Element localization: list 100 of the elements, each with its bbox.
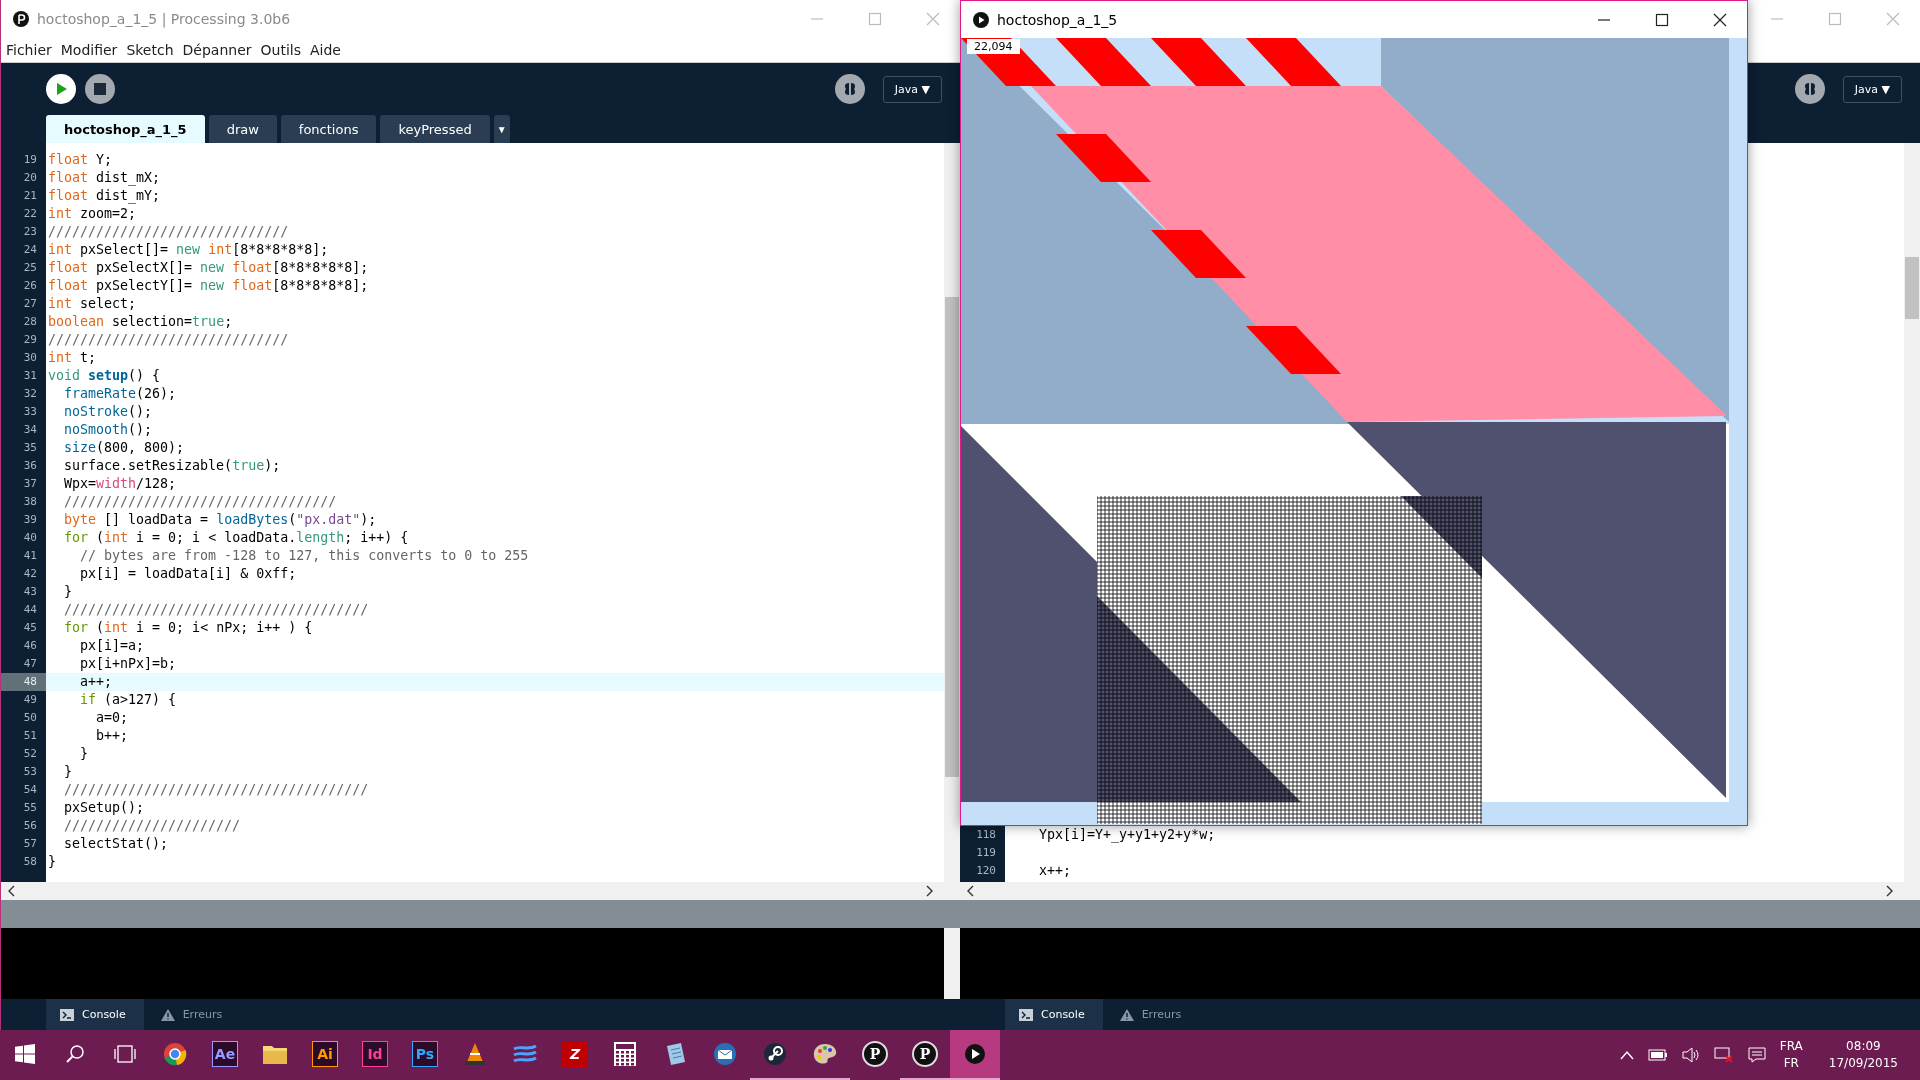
code-text: ////////////////////////////////////// [63,781,369,799]
menu-item[interactable]: Sketch [126,41,174,58]
code-text: a++; [79,673,113,691]
clock[interactable]: 08:09 17/09/2015 [1828,1038,1898,1072]
taskbar-app-button[interactable]: Id [350,1030,400,1080]
code-text: selectStat(); [63,835,169,853]
menu-item[interactable]: Fichier [6,41,52,58]
code-text: } [63,583,73,601]
console-tab[interactable]: Erreurs [1105,999,1200,1030]
code-text: a=0; [95,709,129,727]
code-editor[interactable] [1,143,960,882]
taskbar-app-button[interactable]: Ai [300,1030,350,1080]
battery-icon[interactable] [1647,1049,1668,1061]
line-number: 48 [1,673,46,691]
palette-icon [812,1042,838,1066]
code-text: int select; [47,295,137,313]
menu-item[interactable]: Outils [260,41,301,58]
console-tab[interactable]: Erreurs [146,999,241,1030]
sketch-tab[interactable]: hoctoshop_a_1_5 [46,115,205,143]
code-text: float pxSelectY[]= new float[8*8*8*8*8]; [47,277,369,295]
chevron-right-icon[interactable] [1886,885,1894,897]
code-text: } [79,745,89,763]
stop-icon [94,83,106,95]
chevron-left-icon[interactable] [966,885,974,897]
sketch-tab[interactable]: keyPressed [380,115,490,143]
windows-logo-icon [15,1044,35,1064]
menu-item[interactable]: Modifier [60,41,118,58]
app-badge-icon: Ae [212,1041,238,1067]
mode-dropdown[interactable]: Java ▼ [882,75,942,103]
warning-icon [160,1008,175,1021]
code-text: for (int i = 0; i< nPx; i++ ) { [63,619,313,637]
code-text: surface.setResizable(true); [63,457,281,475]
mode-dropdown[interactable]: Java ▼ [1842,75,1902,103]
app-badge-icon: Ai [312,1041,338,1067]
stop-button[interactable] [85,74,115,104]
run-button[interactable] [46,74,76,104]
search-icon [65,1044,85,1064]
calculator-icon [614,1042,636,1066]
vertical-scrollbar[interactable] [1904,143,1920,882]
code-text: float pxSelectX[]= new float[8*8*8*8*8]; [47,259,369,277]
waves-icon [512,1043,538,1065]
console-tab[interactable]: Console [1005,999,1103,1030]
code-text: } [47,853,56,871]
code-text: ////////////////////// [63,817,241,835]
warning-icon [1119,1008,1134,1021]
code-text: Ypx[i]=Y+_y+y1+y2+y*w; [1038,826,1216,844]
menu-item[interactable]: Aide [310,41,341,58]
sketch-tab[interactable]: fonctions [280,115,377,143]
code-text: byte [] loadData = loadBytes("px.dat"); [63,511,377,529]
taskbar-app-button[interactable]: P [850,1030,900,1080]
chevron-up-icon[interactable] [1619,1050,1634,1060]
window-title: hoctoshop_a_1_5 [997,11,1119,28]
notification-icon[interactable] [1747,1047,1766,1063]
taskbar-app-button[interactable] [950,1030,1000,1080]
code-text: float Y; [47,151,113,169]
code-text: void setup() { [47,367,161,385]
code-text: int zoom=2; [47,205,137,223]
close-icon[interactable] [1713,12,1727,27]
folder-icon [263,1044,287,1064]
chevron-left-icon[interactable] [7,885,15,897]
play-icon [54,82,68,96]
code-text: int t; [47,349,97,367]
debugger-icon[interactable] [1794,74,1825,104]
maximize-icon[interactable] [1655,12,1669,27]
code-text: px[i+nPx]=b; [79,655,177,673]
console-tab[interactable]: Console [46,999,144,1030]
taskbar-app-button[interactable]: Ps [400,1030,450,1080]
code-text: for (int i = 0; i < loadData.length; i++) { [63,529,409,547]
browser-icon [163,1042,187,1066]
horizontal-scrollbar[interactable] [1,882,960,900]
code-text: float dist_mX; [47,169,161,187]
window-title: hoctoshop_a_1_5 | Processing 3.0b6 [37,10,292,27]
chevron-right-icon[interactable] [926,885,934,897]
app-badge-icon: Id [362,1041,388,1067]
taskbar-app-button[interactable]: Z [550,1030,600,1080]
code-text: Wpx=width/128; [63,475,177,493]
code-text: ////////////////////////////////////// [63,601,369,619]
play-icon [964,1043,986,1065]
mail-icon [712,1042,738,1066]
sketch-tab[interactable]: draw [208,115,277,143]
tab-menu-button[interactable]: ▼ [493,115,510,143]
taskbar-app-button[interactable]: Ae [200,1030,250,1080]
console-icon [1019,1008,1033,1021]
code-text: boolean selection=true; [47,313,233,331]
code-text: b++; [95,727,129,745]
menu-item[interactable]: Dépanner [182,41,252,58]
language-indicator[interactable]: FRA FR [1779,1038,1803,1072]
code-text: size(800, 800); [63,439,185,457]
processing-icon: P [862,1041,888,1067]
app-badge-icon: Ps [412,1041,438,1067]
console-icon [60,1008,74,1021]
frame-counter: 22,094 [967,39,1020,54]
network-icon[interactable] [1713,1047,1734,1063]
vertical-scrollbar[interactable] [944,143,960,882]
processing-icon: P [912,1041,938,1067]
play-icon [973,11,989,28]
code-text: float dist_mY; [47,187,161,205]
speaker-icon[interactable] [1681,1047,1700,1063]
horizontal-scrollbar[interactable] [960,882,1920,900]
debugger-icon[interactable] [834,74,865,104]
